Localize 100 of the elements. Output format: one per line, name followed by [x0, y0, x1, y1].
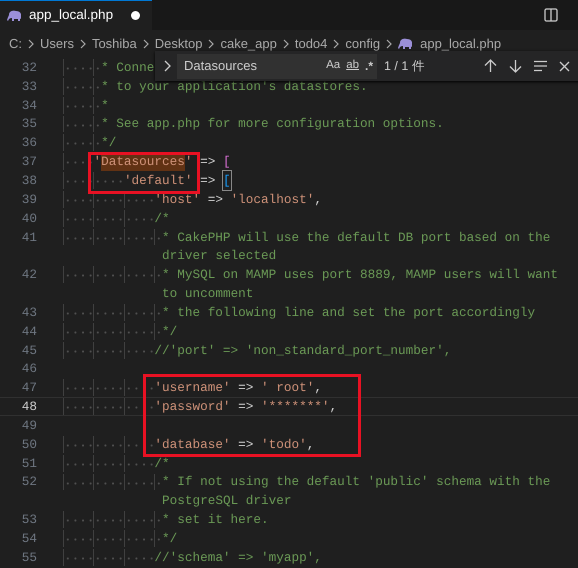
code-comment: * to your application's datastores.: [101, 78, 368, 96]
line-number: 43: [20, 304, 37, 322]
match-case-toggle[interactable]: Aa: [326, 57, 340, 75]
line-number: 33: [20, 78, 37, 96]
line-number: 44: [20, 322, 37, 341]
code-comment: * the following line and set the port accordingly: [162, 304, 536, 322]
code-operator: ,: [314, 379, 322, 398]
split-editor-icon[interactable]: [544, 8, 558, 22]
code-operator: =>: [237, 379, 254, 398]
code-operator: =>: [237, 436, 254, 454]
code-operator: =>: [199, 172, 216, 190]
line-number: 34: [20, 96, 37, 115]
indent-guide: [93, 172, 124, 189]
elephant-icon: [398, 38, 414, 50]
close-icon[interactable]: [559, 60, 570, 72]
line-number: 48: [20, 398, 37, 416]
code-operator: =>: [206, 190, 224, 209]
arrow-up-icon[interactable]: [484, 59, 497, 73]
code-comment: //'port' => 'non_standard_port_number',: [154, 342, 452, 360]
code-operator: =>: [199, 153, 216, 172]
code-comment: to uncomment: [162, 285, 254, 304]
breadcrumb-item[interactable]: Users: [40, 34, 74, 54]
code-operator: ,: [306, 436, 314, 454]
match-count: 1 / 1 件: [384, 58, 426, 75]
indent-guide: [124, 398, 154, 416]
code-string: 'database': [154, 436, 231, 454]
chevron-right-icon: [142, 38, 149, 48]
code-string: 'host': [154, 190, 200, 209]
indent-guide: [63, 398, 94, 416]
breadcrumb-item[interactable]: todo4: [294, 34, 328, 54]
code-string: 'default': [124, 172, 192, 190]
line-number: 42: [20, 266, 37, 284]
elephant-icon: [7, 10, 23, 22]
line-number: 51: [20, 454, 37, 473]
line-number: 37: [20, 153, 37, 172]
code-comment: * MySQL on MAMP uses port 8889, MAMP users will want: [162, 266, 558, 284]
breadcrumb-item[interactable]: Toshiba: [92, 34, 137, 54]
code-comment: * See app.php for more configuration options.: [101, 115, 444, 134]
indent-guide: [93, 398, 124, 416]
regex-toggle[interactable]: .*: [364, 57, 373, 75]
code-comment: driver selected: [162, 247, 276, 266]
line-number: 36: [20, 134, 37, 152]
line-number: 41: [20, 228, 37, 246]
code-string: 'username': [154, 379, 231, 398]
code-comment: * If not using the default 'public' schema with the: [162, 473, 550, 492]
line-number: 55: [20, 548, 37, 567]
whole-word-toggle[interactable]: ab: [346, 57, 359, 75]
breadcrumb-item[interactable]: C:: [9, 34, 22, 54]
arrow-down-icon[interactable]: [509, 59, 522, 73]
chevron-right-icon: [333, 38, 340, 48]
find-field[interactable]: Datasources Aa ab .*: [177, 54, 377, 78]
chevron-right-icon: [282, 38, 289, 48]
line-number: 47: [20, 379, 37, 398]
line-number: 52: [20, 473, 37, 492]
code-comment: //'schema' => 'myapp',: [154, 548, 322, 567]
line-number: 49: [20, 416, 37, 435]
line-number: 50: [20, 436, 37, 454]
line-number: 39: [20, 190, 37, 209]
line-number: 32: [20, 58, 37, 77]
line-number: 38: [20, 172, 37, 190]
code-bracket: [: [222, 170, 231, 190]
code-comment: */: [101, 134, 116, 152]
code-comment: /*: [154, 454, 170, 473]
code-comment: * CakePHP will use the default DB port based on the: [162, 228, 550, 246]
code-comment: PostgreSQL driver: [162, 492, 292, 510]
code-comment: *: [101, 96, 109, 115]
code-string: ' root': [261, 379, 314, 398]
code-comment: */: [162, 530, 178, 548]
code-comment: * Conne: [101, 58, 154, 77]
line-number: 46: [20, 360, 37, 378]
chevron-right-icon[interactable]: [164, 60, 171, 72]
code-string: 'localhost': [230, 190, 314, 209]
breadcrumb-item[interactable]: Desktop: [154, 34, 202, 54]
breadcrumb-item[interactable]: app_local.php: [420, 34, 502, 54]
code-comment: * set it here.: [162, 511, 269, 530]
chevron-right-icon: [386, 38, 392, 48]
breadcrumb-item[interactable]: cake_app: [220, 34, 277, 54]
chevron-right-icon: [80, 38, 86, 48]
code-string: 'password': [154, 398, 231, 416]
code-bracket: [: [222, 153, 231, 172]
line-number: 40: [20, 210, 37, 228]
code-operator: ,: [314, 190, 322, 209]
code-string: ': [184, 153, 192, 172]
code-string: '*******': [261, 398, 330, 416]
line-number: 53: [20, 511, 37, 530]
line-number: 45: [20, 342, 37, 360]
code-string: 'todo': [261, 436, 307, 454]
line-number: 35: [20, 115, 37, 134]
indent-guide: [63, 379, 94, 396]
code-operator: ,: [330, 398, 338, 416]
code-string: ': [93, 153, 102, 172]
code-comment: /*: [154, 210, 170, 228]
breadcrumb-item[interactable]: config: [345, 34, 380, 54]
find-in-selection-icon[interactable]: [533, 60, 548, 72]
line-number: 54: [20, 530, 37, 548]
indent-guide: [93, 379, 124, 396]
chevron-right-icon: [208, 38, 214, 48]
code-operator: =>: [237, 398, 254, 416]
editor-tab[interactable]: app_local.php: [0, 0, 152, 30]
chevron-right-icon: [28, 38, 34, 48]
